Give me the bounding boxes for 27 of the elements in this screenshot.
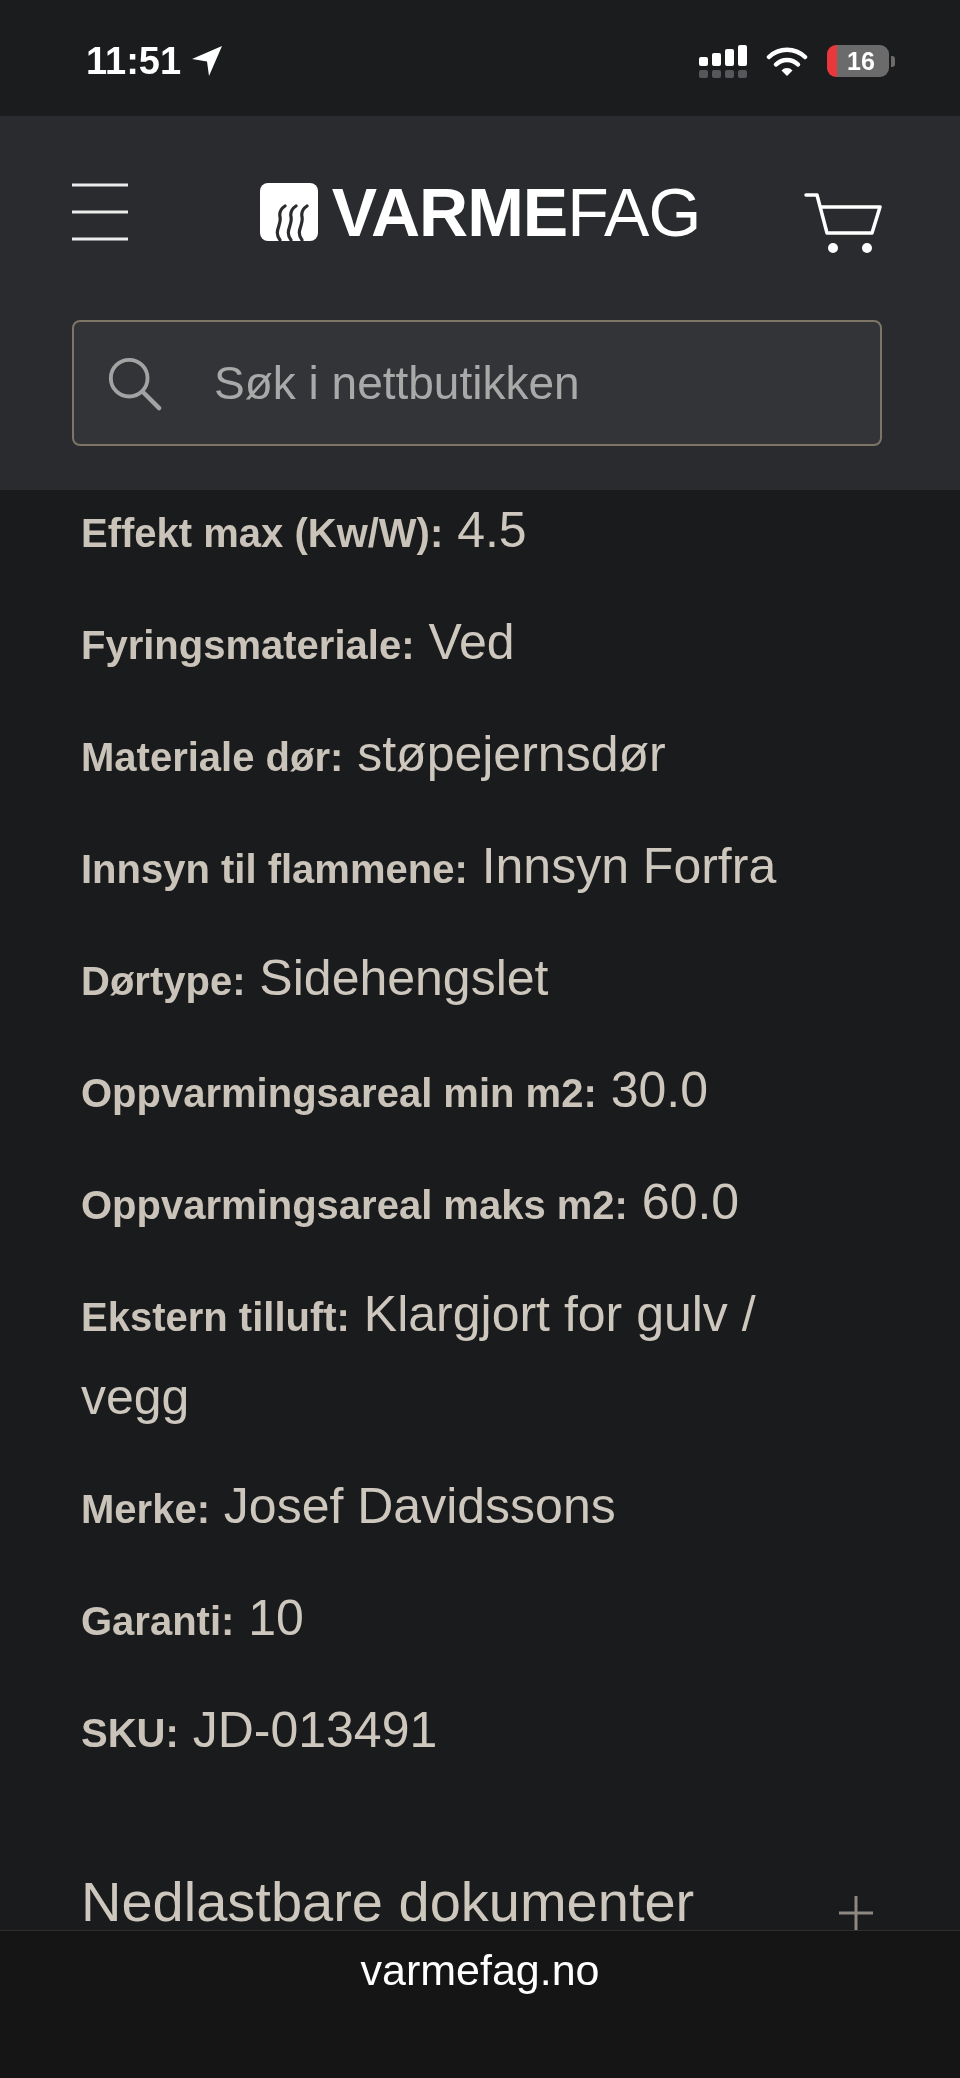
spec-line: Dørtype: Sidehengslet <box>81 949 550 1008</box>
spec-line: Ekstern tilluft: Klargjort for gulv / vegg <box>81 1285 757 1427</box>
spec-line: Oppvarmingsareal maks m2: 60.0 <box>81 1173 741 1232</box>
spec-line: SKU: JD-013491 <box>81 1701 439 1760</box>
location-arrow-icon <box>191 45 224 77</box>
status-time: 11:51 <box>86 42 182 80</box>
downloads-toggle[interactable]: Nedlastbare dokumenter <box>0 1874 960 1930</box>
spec-line: Effekt max (Kw/W): 4.5 <box>81 501 528 560</box>
cart-button[interactable] <box>804 192 882 254</box>
spec-line: Garanti: 10 <box>81 1589 305 1648</box>
spec-line: Merke: Josef Davidssons <box>81 1477 617 1536</box>
wifi-icon <box>766 46 808 76</box>
search-icon <box>106 355 162 411</box>
search-field[interactable]: Søk i nettbutikken <box>72 320 882 446</box>
spec-line: Fyringsmateriale: Ved <box>81 613 516 672</box>
spec-line: Innsyn til flammene: Innsyn Forfra <box>81 837 778 896</box>
menu-icon <box>72 183 128 241</box>
cart-icon <box>804 192 882 254</box>
spec-line: Oppvarmingsareal min m2: 30.0 <box>81 1061 709 1120</box>
menu-button[interactable] <box>72 183 128 241</box>
spec-line: Materiale dør: støpejernsdør <box>81 725 667 784</box>
flame-logo-icon[interactable] <box>259 183 318 241</box>
address-bar[interactable]: varmefag.no <box>0 1930 960 2078</box>
logo-wordmark[interactable]: VARMEFAG <box>331 178 701 246</box>
address-text: varmefag.no <box>360 1948 600 1992</box>
signal-icon <box>699 44 747 78</box>
battery-indicator: 16 <box>827 45 895 77</box>
